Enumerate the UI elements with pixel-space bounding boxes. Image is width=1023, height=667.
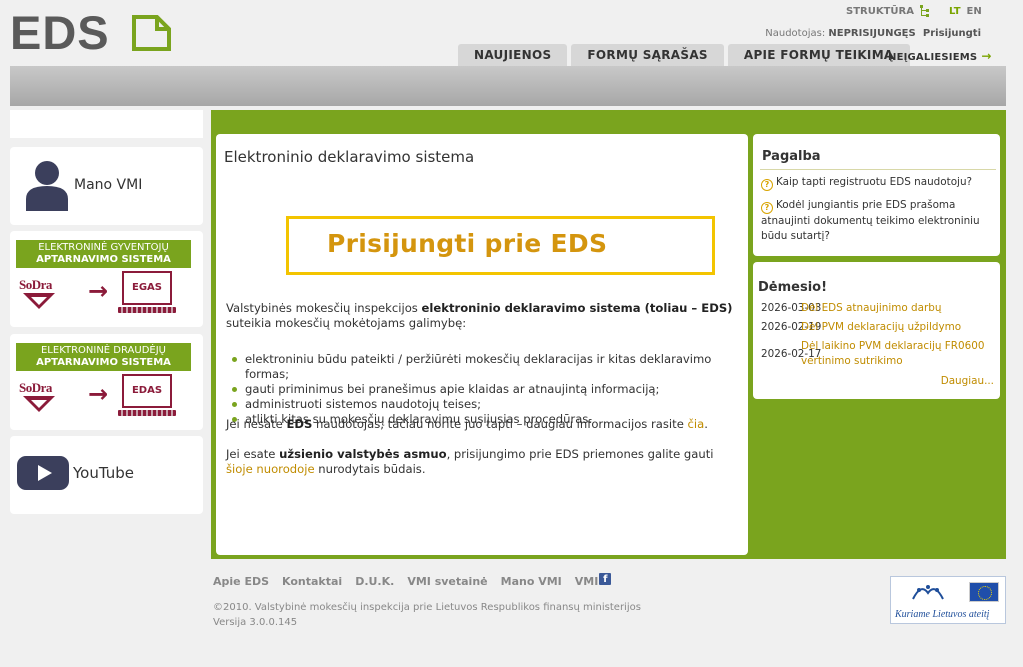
tab-forms-list[interactable]: FORMŲ SĄRAŠAS xyxy=(571,44,724,66)
sodra-text: SoDra xyxy=(19,380,52,395)
edas-line2: APTARNAVIMO SISTEMA xyxy=(36,357,171,368)
intro-text: Valstybinės mokesčių inspekcijos elektro… xyxy=(226,301,733,330)
sodra-logo: SoDra xyxy=(19,277,59,310)
sodra-logo: SoDra xyxy=(19,380,59,413)
footer-link-faq[interactable]: D.U.K. xyxy=(355,575,394,588)
footer-link-vmi-site[interactable]: VMI svetainė xyxy=(407,575,487,588)
version-text: Versija 3.0.0.145 xyxy=(213,617,298,628)
footer-link-contacts[interactable]: Kontaktai xyxy=(282,575,342,588)
structure-link[interactable]: STRUKTŪRA xyxy=(846,6,914,17)
footer-links: Apie EDS Kontaktai D.U.K. VMI svetainė M… xyxy=(213,572,612,588)
footer-link-about[interactable]: Apie EDS xyxy=(213,575,269,588)
foreign-person-text: Jei esate užsienio valstybės asmuo, pris… xyxy=(226,447,714,476)
mano-vmi-label: Mano VMI xyxy=(74,177,143,193)
here-link[interactable]: čia xyxy=(688,417,705,431)
youtube-card[interactable]: YouTube xyxy=(10,436,203,514)
login-eds-label: Prisijungti prie EDS xyxy=(327,229,608,258)
facebook-icon[interactable]: f xyxy=(599,572,612,585)
footer-link-mano-vmi[interactable]: Mano VMI xyxy=(501,575,562,588)
egas-system-label: EGAS xyxy=(122,271,172,305)
list-item: elektroniniu būdu pateikti / peržiūrėti … xyxy=(232,352,748,382)
eds-logo[interactable]: EDS xyxy=(10,9,171,56)
egas-line1: ELEKTRONINĖ GYVENTOJŲ xyxy=(38,242,169,253)
sitemap-icon xyxy=(919,5,929,17)
sodra-emblem-icon xyxy=(23,396,55,412)
help-question-1[interactable]: ? Kaip tapti registruotu EDS naudotoju? xyxy=(761,175,993,191)
not-user-text: Jei nesate EDS naudotojas, tačiau norite… xyxy=(226,417,708,431)
list-item: gauti priminimus bei pranešimus apie kla… xyxy=(232,382,748,397)
edas-system-label: EDAS xyxy=(122,374,172,408)
eu-funds-logo[interactable]: Kuriame Lietuvos ateitį xyxy=(890,576,1006,624)
notice-title: Dėmesio! xyxy=(758,280,828,295)
edas-banner: ELEKTRONINĖ DRAUDĖJŲ APTARNAVIMO SISTEMA xyxy=(16,343,191,371)
arrow-right-icon: → xyxy=(88,277,109,305)
user-icon xyxy=(26,161,68,211)
sodra-text: SoDra xyxy=(19,277,52,292)
copyright-text: ©2010. Valstybinė mokesčių inspekcija pr… xyxy=(213,602,641,613)
edas-line1: ELEKTRONINĖ DRAUDĖJŲ xyxy=(40,345,166,356)
footer-copyright: ©2010. Valstybinė mokesčių inspekcija pr… xyxy=(213,600,641,630)
notice-panel: Dėmesio! 2026-03-03 Dėl EDS atnaujinimo … xyxy=(753,262,1000,399)
user-value: NEPRISIJUNGĘS xyxy=(828,28,916,39)
page-title: Elektroninio deklaravimo sistema xyxy=(224,148,475,166)
egas-line2: APTARNAVIMO SISTEMA xyxy=(36,254,171,265)
tab-about-forms[interactable]: APIE FORMŲ TEIKIMĄ xyxy=(727,44,910,66)
mano-vmi-card[interactable]: Mano VMI xyxy=(10,147,203,225)
notice-link[interactable]: Dėl laikino PVM deklaracijų FR0600 verti… xyxy=(801,339,991,369)
eu-structural-funds-emblem-icon xyxy=(912,585,944,600)
laptop-icon: EDAS xyxy=(118,374,176,418)
eu-flag-icon xyxy=(969,582,999,602)
arrow-right-icon: → xyxy=(88,380,109,408)
egas-banner: ELEKTRONINĖ GYVENTOJŲ APTARNAVIMO SISTEM… xyxy=(16,240,191,268)
features-list: elektroniniu būdu pateikti / peržiūrėti … xyxy=(232,352,748,427)
youtube-play-icon xyxy=(17,456,69,490)
help-title: Pagalba xyxy=(762,149,821,164)
main-tabs: NAUJIENOS FORMŲ SĄRAŠAS APIE FORMŲ TEIKI… xyxy=(458,44,910,66)
egas-card[interactable]: ELEKTRONINĖ GYVENTOJŲ APTARNAVIMO SISTEM… xyxy=(10,231,203,327)
edas-card[interactable]: ELEKTRONINĖ DRAUDĖJŲ APTARNAVIMO SISTEMA… xyxy=(10,334,203,430)
sodra-emblem-icon xyxy=(23,293,55,309)
foreign-link[interactable]: šioje nuorodoje xyxy=(226,462,315,476)
user-status: Naudotojas: NEPRISIJUNGĘS Prisijungti xyxy=(765,28,981,39)
lang-lt[interactable]: LT xyxy=(949,6,961,17)
list-item: administruoti sistemos naudotojų teises; xyxy=(232,397,748,412)
notice-link[interactable]: Dėl PVM deklaracijų užpildymo xyxy=(801,320,991,335)
tab-accessibility[interactable]: NEĮGALIESIEMS → xyxy=(888,49,992,63)
eu-slogan: Kuriame Lietuvos ateitį xyxy=(895,609,990,620)
youtube-label: YouTube xyxy=(73,464,134,482)
login-link[interactable]: Prisijungti xyxy=(923,28,981,39)
accessibility-label: NEĮGALIESIEMS xyxy=(888,52,978,63)
notice-link[interactable]: Dėl EDS atnaujinimo darbų xyxy=(801,301,991,316)
help-panel: Pagalba ? Kaip tapti registruotu EDS naud… xyxy=(753,134,1000,256)
top-links: STRUKTŪRA LT EN xyxy=(846,5,982,17)
tab-news[interactable]: NAUJIENOS xyxy=(458,44,568,66)
lang-en[interactable]: EN xyxy=(967,6,982,17)
arrow-right-icon: → xyxy=(981,49,992,63)
question-icon: ? xyxy=(761,202,773,214)
more-link[interactable]: Daugiau... xyxy=(941,375,994,387)
laptop-icon: EGAS xyxy=(118,271,176,315)
login-eds-button[interactable]: Prisijungti prie EDS xyxy=(286,216,715,275)
header-banner xyxy=(10,66,1006,106)
help-question-2[interactable]: ? Kodėl jungiantis prie EDS prašoma atnau… xyxy=(761,198,993,244)
footer-link-vmi-facebook[interactable]: VMI xyxy=(575,575,599,588)
main-panel: Elektroninio deklaravimo sistema Prisiju… xyxy=(216,134,748,555)
question-icon: ? xyxy=(761,179,773,191)
user-label: Naudotojas: xyxy=(765,28,826,39)
document-icon xyxy=(132,15,171,51)
left-spacer xyxy=(10,110,203,138)
